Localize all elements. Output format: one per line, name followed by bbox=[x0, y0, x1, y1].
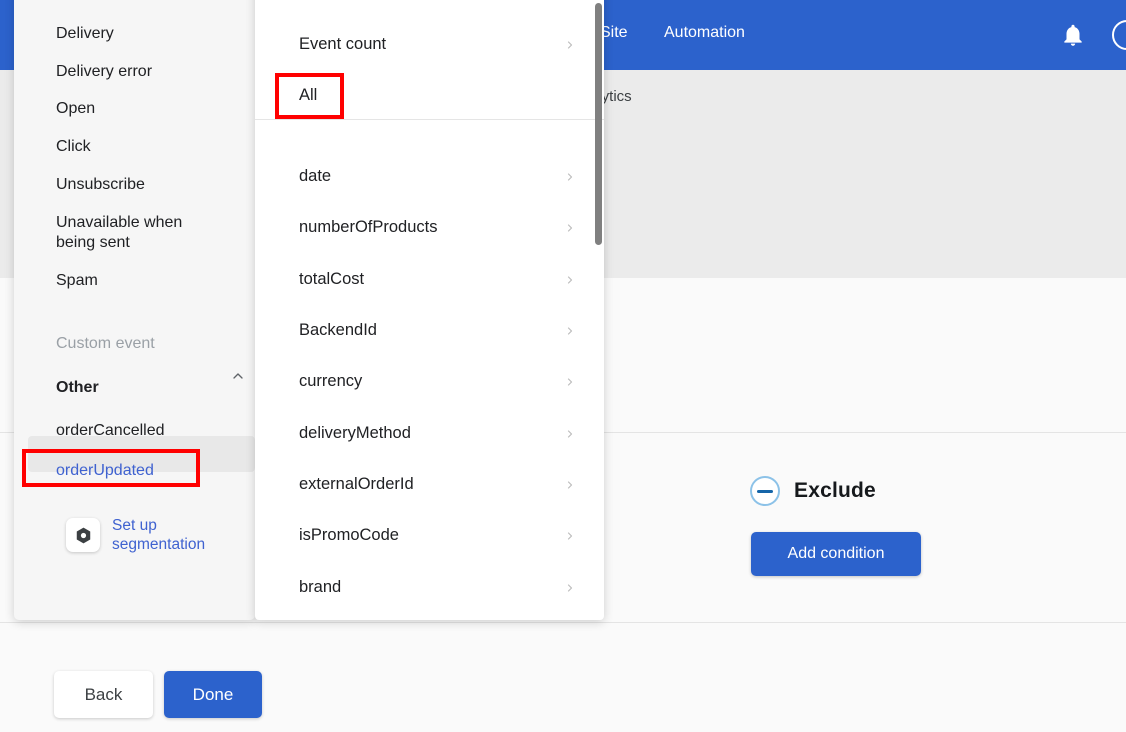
property-item-label: isPromoCode bbox=[299, 525, 399, 544]
property-list-panel: Event count All date numberOfProducts to… bbox=[255, 0, 604, 620]
nav-item-site[interactable]: Site bbox=[600, 23, 628, 43]
add-condition-button[interactable]: Add condition bbox=[751, 532, 921, 576]
back-button[interactable]: Back bbox=[54, 671, 153, 718]
property-item-label: BackendId bbox=[299, 320, 377, 339]
minus-circle-icon[interactable] bbox=[750, 476, 780, 506]
event-item-unsubscribe[interactable]: Unsubscribe bbox=[14, 175, 255, 195]
exclude-row: Exclude bbox=[750, 476, 876, 506]
property-item-externalorderid[interactable]: externalOrderId bbox=[255, 464, 604, 504]
property-item-ispromocode[interactable]: isPromoCode bbox=[255, 515, 604, 555]
property-item-totalcost[interactable]: totalCost bbox=[255, 259, 604, 299]
section-header-other[interactable]: Other bbox=[14, 378, 255, 398]
set-up-segmentation-link[interactable]: Set up segmentation bbox=[66, 516, 230, 554]
event-item-delivery-error[interactable]: Delivery error bbox=[14, 62, 255, 82]
event-item-unavailable-when-being-sent[interactable]: Unavailable when being sent bbox=[14, 213, 204, 253]
property-item-brand[interactable]: brand bbox=[255, 567, 604, 607]
exclude-label: Exclude bbox=[794, 479, 876, 502]
chevron-right-icon bbox=[564, 324, 576, 336]
property-item-event-count[interactable]: Event count bbox=[255, 24, 604, 64]
property-item-label: numberOfProducts bbox=[299, 217, 438, 236]
property-panel-scrollbar[interactable] bbox=[595, 3, 602, 245]
chevron-right-icon bbox=[564, 427, 576, 439]
event-item-open[interactable]: Open bbox=[14, 99, 255, 119]
property-item-backendid[interactable]: BackendId bbox=[255, 310, 604, 350]
chevron-up-icon[interactable] bbox=[230, 368, 246, 384]
chevron-right-icon bbox=[564, 170, 576, 182]
property-item-numberofproducts[interactable]: numberOfProducts bbox=[255, 207, 604, 247]
property-item-all[interactable]: All bbox=[255, 75, 604, 115]
event-item-click[interactable]: Click bbox=[14, 137, 255, 157]
event-item-delivery[interactable]: Delivery bbox=[14, 24, 255, 44]
property-item-deliverymethod[interactable]: deliveryMethod bbox=[255, 413, 604, 453]
chevron-right-icon bbox=[564, 375, 576, 387]
property-item-label: currency bbox=[299, 371, 363, 390]
chevron-right-icon bbox=[564, 581, 576, 593]
gear-hexagon-icon bbox=[66, 518, 100, 552]
avatar[interactable] bbox=[1112, 20, 1126, 50]
property-item-label: brand bbox=[299, 577, 342, 596]
nav-item-automation[interactable]: Automation bbox=[664, 23, 745, 43]
section-label-custom-event: Custom event bbox=[56, 335, 155, 352]
event-item-orderupdated[interactable]: orderUpdated bbox=[14, 461, 255, 481]
screen-root: Site Automation alytics Exclude Add cond… bbox=[0, 0, 1126, 732]
chevron-right-icon bbox=[564, 529, 576, 541]
property-item-label: Event count bbox=[299, 34, 387, 53]
done-button[interactable]: Done bbox=[164, 671, 262, 718]
bell-icon[interactable] bbox=[1060, 22, 1086, 48]
property-item-label: totalCost bbox=[299, 269, 365, 288]
property-item-date[interactable]: date bbox=[255, 156, 604, 196]
property-item-label: deliveryMethod bbox=[299, 423, 411, 442]
chevron-right-icon bbox=[564, 478, 576, 490]
property-item-label: externalOrderId bbox=[299, 474, 414, 493]
property-item-currency[interactable]: currency bbox=[255, 361, 604, 401]
property-item-label: All bbox=[299, 85, 318, 104]
chevron-right-icon bbox=[564, 38, 576, 50]
set-up-segmentation-label: Set up segmentation bbox=[112, 517, 206, 553]
chevron-right-icon bbox=[564, 273, 576, 285]
section-divider-bottom bbox=[0, 622, 1126, 623]
event-item-spam[interactable]: Spam bbox=[14, 271, 255, 291]
property-item-label: date bbox=[299, 166, 332, 185]
panel-separator bbox=[255, 119, 604, 120]
event-list-panel: Delivery Delivery error Open Click Unsub… bbox=[14, 0, 255, 620]
chevron-right-icon bbox=[564, 221, 576, 233]
